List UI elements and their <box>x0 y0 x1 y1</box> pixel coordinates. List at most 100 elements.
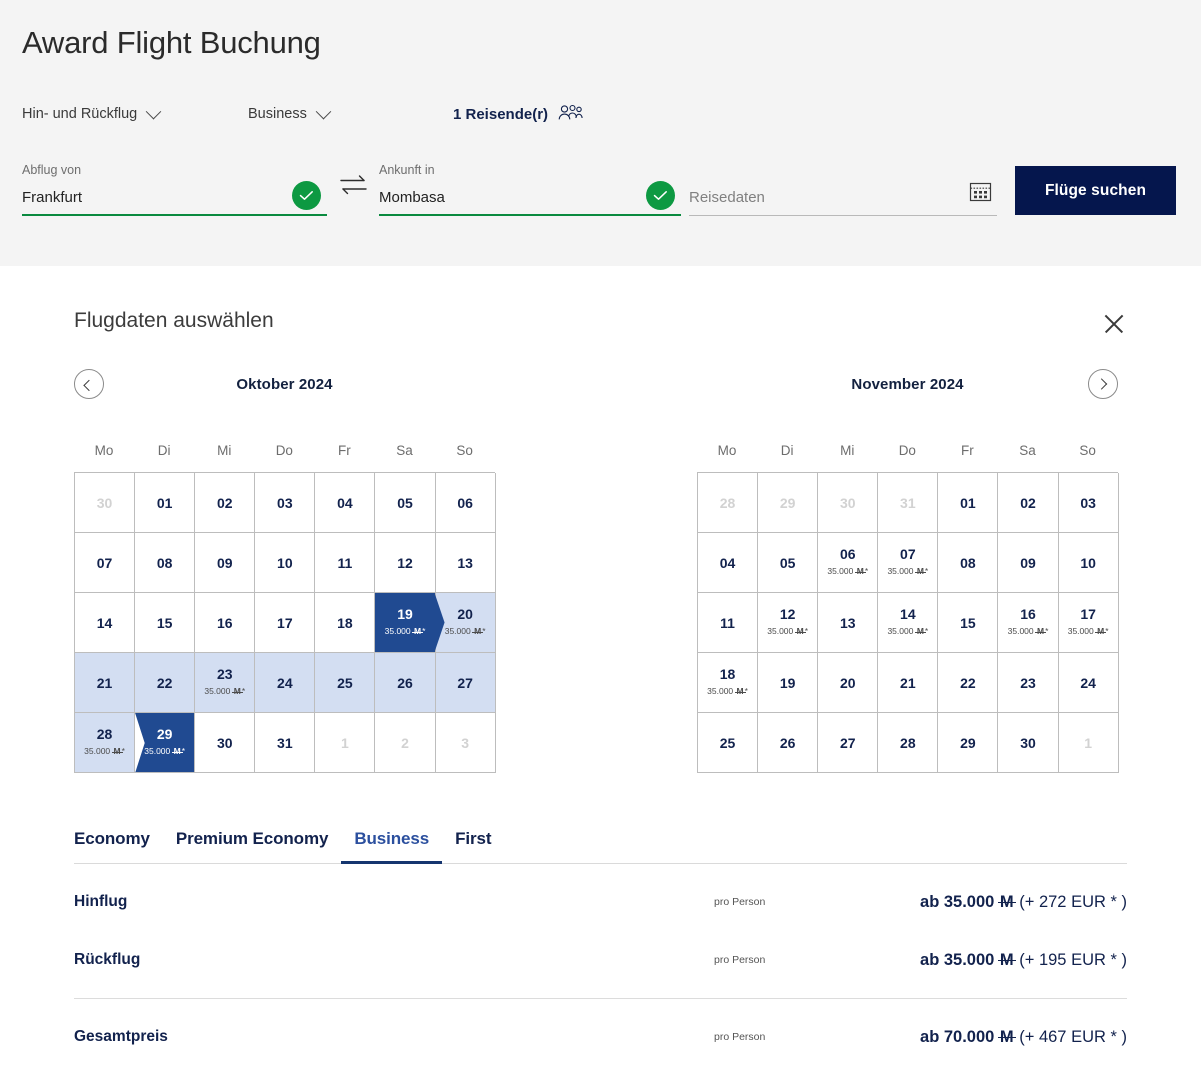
calendar-day-cell[interactable]: 07 <box>75 533 136 593</box>
cabin-tab-business[interactable]: Business <box>341 829 443 864</box>
search-fields-row: Abflug von Frankfurt Ankunft in Mombasa … <box>22 164 1179 217</box>
prev-month-button[interactable] <box>74 369 104 399</box>
calendar-day-cell[interactable]: 26 <box>375 653 436 713</box>
close-icon[interactable] <box>1101 311 1127 337</box>
calendar-day-number: 02 <box>216 494 233 511</box>
destination-input[interactable]: Mombasa <box>379 190 681 215</box>
calendar-day-cell[interactable]: 04 <box>315 473 376 533</box>
calendar-day-number: 11 <box>720 614 735 631</box>
travel-dates-field[interactable]: Reisedaten <box>689 164 997 217</box>
calendar-day-cell[interactable]: 28 35.000 M* <box>75 713 136 773</box>
calendar-day-cell[interactable]: 02 <box>195 473 256 533</box>
calendar-day-number: 14 <box>900 606 916 623</box>
calendar-day-cell[interactable]: 31 <box>255 713 316 773</box>
calendar-day-cell[interactable]: 21 <box>878 653 939 713</box>
calendar-day-cell[interactable]: 30 <box>195 713 256 773</box>
calendar-day-cell[interactable]: 22 <box>135 653 196 713</box>
trip-type-select[interactable]: Hin- und Rückflug <box>22 103 248 122</box>
calendar-day-cell[interactable]: 24 <box>255 653 316 713</box>
calendar-day-number: 31 <box>900 494 916 511</box>
calendar-day-cell[interactable]: 17 <box>255 593 316 653</box>
calendar-day-cell[interactable]: 04 <box>698 533 759 593</box>
price-amount: ab 70.000 M <box>920 1027 1016 1046</box>
calendar-day-cell[interactable]: 23 35.000 M* <box>195 653 256 713</box>
calendar-day-cell[interactable]: 15 <box>938 593 999 653</box>
calendar-day-number: 03 <box>277 494 293 511</box>
calendar-day-cell[interactable]: 19 35.000 M* <box>375 593 436 653</box>
calendar-day-cell[interactable]: 18 35.000 M* <box>698 653 759 713</box>
calendar-day-cell[interactable]: 07 35.000 M* <box>878 533 939 593</box>
calendar-day-price: 35.000 M* <box>1007 626 1049 637</box>
calendar-day-number: 18 <box>337 614 353 631</box>
miles-symbol: M <box>231 686 243 697</box>
calendar-day-cell[interactable]: 25 <box>698 713 759 773</box>
next-month-button[interactable] <box>1088 369 1118 399</box>
calendar-day-cell[interactable]: 26 <box>758 713 819 773</box>
calendar-day-cell[interactable]: 08 <box>938 533 999 593</box>
calendar-day-price: 35.000 M* <box>707 686 748 697</box>
calendar-day-number: 2 <box>401 734 409 751</box>
calendar-day-cell[interactable]: 06 <box>435 473 496 533</box>
swap-airports-button[interactable] <box>327 164 379 216</box>
calendar-day-cell[interactable]: 24 <box>1058 653 1119 713</box>
calendar-day-cell[interactable]: 30 <box>998 713 1059 773</box>
calendar-day-cell[interactable]: 13 <box>818 593 879 653</box>
calendar-day-cell[interactable]: 23 <box>998 653 1059 713</box>
cabin-tab-first[interactable]: First <box>442 829 504 864</box>
origin-input[interactable]: Frankfurt <box>22 190 327 215</box>
calendar-day-cell[interactable]: 17 35.000 M* <box>1058 593 1119 653</box>
price-surcharge: (+ 272 EUR * ) <box>1014 892 1127 911</box>
calendar-day-number: 06 <box>457 494 473 511</box>
cabin-class-select[interactable]: Business <box>248 103 453 122</box>
calendar-day-cell[interactable]: 22 <box>938 653 999 713</box>
calendar-day-cell[interactable]: 10 <box>255 533 316 593</box>
calendar-day-cell[interactable]: 16 35.000 M* <box>998 593 1059 653</box>
calendar-day-cell[interactable]: 20 35.000 M* <box>435 593 496 653</box>
calendar-day-cell[interactable]: 05 <box>375 473 436 533</box>
calendar-day-number: 24 <box>277 674 293 691</box>
calendar-day-cell[interactable]: 02 <box>998 473 1059 533</box>
weekday-label: Fr <box>961 443 974 458</box>
calendar-day-number: 19 <box>779 674 796 691</box>
calendar-day-cell[interactable]: 11 <box>315 533 376 593</box>
calendar-day-cell[interactable]: 28 <box>878 713 939 773</box>
calendar-day-cell[interactable]: 03 <box>255 473 316 533</box>
destination-field[interactable]: Ankunft in Mombasa <box>379 164 681 217</box>
calendar-day-cell[interactable]: 29 35.000 M* <box>135 713 196 773</box>
calendar-day-cell[interactable]: 11 <box>698 593 759 653</box>
origin-field[interactable]: Abflug von Frankfurt <box>22 164 327 217</box>
passengers-select[interactable]: 1 Reisende(r) <box>453 104 583 125</box>
search-flights-button[interactable]: Flüge suchen <box>1015 166 1176 216</box>
calendar-day-cell[interactable]: 27 <box>435 653 496 713</box>
calendar-day-cell[interactable]: 06 35.000 M* <box>818 533 879 593</box>
calendar-icon[interactable] <box>968 179 993 209</box>
calendar-day-cell[interactable]: 16 <box>195 593 256 653</box>
calendar-day-cell[interactable]: 14 35.000 M* <box>878 593 939 653</box>
calendar-day-cell[interactable]: 18 <box>315 593 376 653</box>
calendar-day-cell[interactable]: 09 <box>195 533 256 593</box>
date-picker-title: Flugdaten auswählen <box>74 309 274 332</box>
calendar-day-cell[interactable]: 10 <box>1058 533 1119 593</box>
travel-dates-input[interactable]: Reisedaten <box>689 190 997 215</box>
calendar-day-cell[interactable]: 27 <box>818 713 879 773</box>
price-row-per-person: pro Person <box>714 1031 766 1043</box>
calendar-day-cell[interactable]: 03 <box>1058 473 1119 533</box>
calendar-day-cell[interactable]: 01 <box>938 473 999 533</box>
calendar-day-cell[interactable]: 21 <box>75 653 136 713</box>
calendar-day-cell[interactable]: 29 <box>938 713 999 773</box>
calendar-day-cell[interactable]: 09 <box>998 533 1059 593</box>
calendar-day-cell[interactable]: 12 35.000 M* <box>758 593 819 653</box>
cabin-tab-economy[interactable]: Economy <box>74 829 163 864</box>
calendar-day-cell[interactable]: 14 <box>75 593 136 653</box>
calendar-day-cell[interactable]: 20 <box>818 653 879 713</box>
calendar-day-cell[interactable]: 08 <box>135 533 196 593</box>
calendar-day-cell[interactable]: 13 <box>435 533 496 593</box>
cabin-tab-premium-economy[interactable]: Premium Economy <box>163 829 342 864</box>
price-amount: ab 35.000 M <box>920 950 1016 969</box>
calendar-day-cell[interactable]: 15 <box>135 593 196 653</box>
calendar-day-cell[interactable]: 01 <box>135 473 196 533</box>
calendar-day-cell[interactable]: 25 <box>315 653 376 713</box>
calendar-day-cell[interactable]: 19 <box>758 653 819 713</box>
calendar-day-cell[interactable]: 12 <box>375 533 436 593</box>
calendar-day-cell[interactable]: 05 <box>758 533 819 593</box>
